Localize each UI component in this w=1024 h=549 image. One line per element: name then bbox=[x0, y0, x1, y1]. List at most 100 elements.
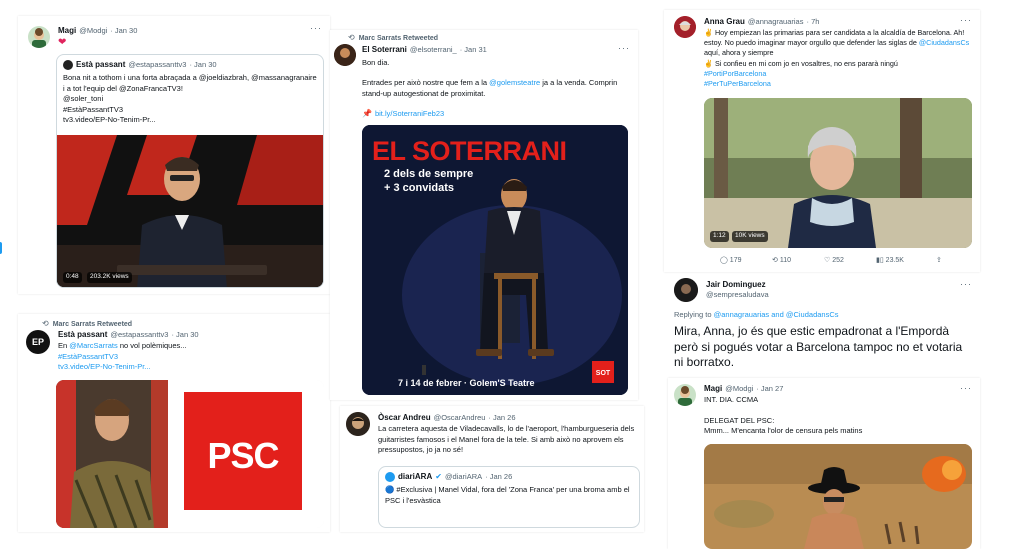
text-segment: no vol polèmiques... bbox=[117, 341, 187, 350]
text-segment: aquí, ahora y siempre bbox=[704, 48, 774, 58]
retweet-count: 110 bbox=[779, 257, 791, 264]
avatar bbox=[385, 472, 395, 483]
poster-subtitle-1: 2 dels de sempre bbox=[384, 168, 474, 180]
author-handle[interactable]: @Modgi bbox=[79, 26, 107, 36]
author-name[interactable]: Magi bbox=[704, 384, 722, 395]
author-handle[interactable]: @annagrauarias bbox=[748, 17, 804, 27]
tweet-card-magi-1[interactable]: Magi @Modgi · Jan 30 ❤ ··· Està passant … bbox=[18, 16, 330, 294]
tweet-image[interactable] bbox=[704, 444, 972, 549]
views-button[interactable]: ▮▯ 23.5K bbox=[876, 256, 936, 265]
avatar[interactable] bbox=[346, 412, 370, 436]
avatar[interactable] bbox=[674, 278, 698, 302]
author-name[interactable]: Està passant bbox=[58, 330, 107, 341]
retweeted-label: Marc Sarrats Retweeted bbox=[358, 34, 439, 42]
quoted-tweet-text: 🔵 #Exclusiva | Manel Vidal, fora del 'Zo… bbox=[385, 485, 630, 505]
author-handle: @diariARA bbox=[444, 472, 483, 482]
url-link[interactable]: tv3.video/EP-No-Tenim-Pr... bbox=[58, 362, 151, 371]
tweet-text-line1: Bon dia. bbox=[362, 58, 390, 67]
author-handle: @estapassanttv3 bbox=[128, 60, 187, 70]
reply-icon: ◯ bbox=[720, 257, 728, 264]
tweet-card-soterrani[interactable]: ⟲ Marc Sarrats Retweeted El Soterrani @e… bbox=[330, 30, 638, 400]
avatar[interactable] bbox=[674, 384, 696, 406]
author-name[interactable]: Anna Grau bbox=[704, 17, 745, 28]
video-duration: 1:12 bbox=[710, 231, 729, 242]
author-handle[interactable]: @OscarAndreu bbox=[434, 413, 486, 423]
avatar bbox=[63, 60, 73, 71]
quoted-tweet[interactable]: diariARA ✔ @diariARA · Jan 26 🔵 #Exclusi… bbox=[378, 466, 640, 528]
tweet-text: ✌ Hoy empiezan las primarias para ser ca… bbox=[704, 28, 974, 89]
tweet-date[interactable]: · Jan 30 bbox=[171, 330, 198, 340]
tweet-card-anna-grau[interactable]: Anna Grau @annagrauarias · 7h ··· ✌ Hoy … bbox=[664, 10, 980, 272]
views-count: 23.5K bbox=[885, 257, 904, 264]
tweet-date[interactable]: · Jan 27 bbox=[756, 384, 783, 394]
tweet-text: Mira, Anna, jo és que estic empadronat a… bbox=[674, 324, 963, 370]
tweet-date: · Jan 30 bbox=[189, 60, 217, 70]
like-count: 252 bbox=[832, 257, 844, 264]
video-player[interactable]: 0:48 203.2K views bbox=[57, 135, 323, 287]
poster-date-venue: 7 i 14 de febrer · Golem'S Teatre bbox=[398, 378, 535, 388]
retweet-icon: ⟲ bbox=[772, 257, 778, 264]
more-icon[interactable]: ··· bbox=[310, 22, 322, 34]
mention-link[interactable]: @golemsteatre bbox=[489, 78, 540, 87]
tweet-card-oscar-andreu[interactable]: Òscar Andreu @OscarAndreu · Jan 26 La ca… bbox=[340, 406, 644, 532]
like-button[interactable]: ♡ 252 bbox=[824, 256, 876, 265]
scroll-indicator-dot bbox=[0, 242, 2, 254]
tweet-date[interactable]: · Jan 31 bbox=[460, 45, 487, 55]
psc-logo: PSC bbox=[207, 435, 279, 476]
hashtag-link[interactable]: #PerTuPerBarcelona bbox=[704, 79, 771, 88]
tweet-date[interactable]: · 7h bbox=[806, 17, 819, 27]
more-icon[interactable]: ··· bbox=[960, 14, 972, 26]
tweet-date[interactable]: · Jan 30 bbox=[110, 26, 137, 36]
more-icon[interactable]: ··· bbox=[960, 278, 972, 290]
author-name: Està passant bbox=[76, 60, 126, 69]
poster-title: EL SOTERRANI bbox=[372, 136, 567, 166]
avatar[interactable] bbox=[674, 16, 696, 38]
video-views: 10K views bbox=[732, 231, 768, 242]
retweet-button[interactable]: ⟲ 110 bbox=[772, 256, 824, 265]
text-segment: En bbox=[58, 341, 70, 350]
author-handle[interactable]: @elsoterrani_ bbox=[410, 45, 457, 55]
retweeted-label: Marc Sarrats Retweeted bbox=[52, 320, 133, 328]
replying-to: Replying to @annagrauarias and @Ciudadan… bbox=[674, 310, 839, 320]
tweet-card-magi-2[interactable]: Magi @Modgi · Jan 27 ··· INT. DIA. CCMA … bbox=[668, 378, 980, 549]
tweet-date[interactable]: · Jan 26 bbox=[488, 413, 515, 423]
avatar[interactable] bbox=[28, 26, 50, 48]
share-icon: ⇪ bbox=[936, 257, 942, 264]
video-player[interactable]: PSC bbox=[56, 380, 324, 528]
hashtag-link[interactable]: #EstàPassantTV3 bbox=[58, 352, 118, 361]
quoted-tweet[interactable]: Està passant @estapassanttv3 · Jan 30 Bo… bbox=[56, 54, 324, 288]
tweet-card-estapassant[interactable]: ⟲ Marc Sarrats Retweeted EP Està passant… bbox=[18, 314, 330, 532]
avatar[interactable]: EP bbox=[26, 330, 50, 354]
more-icon[interactable]: ··· bbox=[960, 382, 972, 394]
author-name: diariARA bbox=[398, 472, 433, 481]
author-handle[interactable]: @sempresaludava bbox=[706, 290, 769, 300]
tweet-card-jair-dominguez[interactable]: Jair Dominguez @sempresaludava ··· Reply… bbox=[664, 274, 980, 376]
poster-image[interactable]: EL SOTERRANI 2 dels de sempre + 3 convid… bbox=[362, 125, 628, 395]
mention-link[interactable]: @annagrauarias and @CiudadansCs bbox=[714, 310, 839, 319]
poster-subtitle-2: + 3 convidats bbox=[384, 182, 455, 194]
share-button[interactable]: ⇪ bbox=[936, 256, 942, 265]
author-handle[interactable]: @estapassanttv3 bbox=[110, 330, 168, 340]
heart-text: ❤ bbox=[58, 37, 67, 48]
video-player[interactable]: 1:12 10K views bbox=[704, 98, 972, 248]
author-name[interactable]: El Soterrani bbox=[362, 45, 407, 56]
mention-link[interactable]: @CiudadansCs bbox=[919, 38, 969, 47]
tweet-text-line1: INT. DIA. CCMA bbox=[704, 395, 759, 404]
sot-logo: SOT bbox=[595, 370, 611, 377]
hashtag-link[interactable]: #PortiPorBarcelona bbox=[704, 69, 766, 78]
heart-icon: ♡ bbox=[824, 257, 831, 264]
avatar[interactable] bbox=[334, 44, 356, 66]
tweet-text-line2: Entrades per això nostre que fem a la @g… bbox=[362, 78, 628, 99]
pin-icon: 📌 bbox=[362, 109, 372, 118]
mention-link[interactable]: @MarcSarrats bbox=[69, 341, 117, 350]
verified-icon: ✔ bbox=[435, 472, 442, 481]
tweet-text-line3: Mmm... M'encanta l'olor de censura pels … bbox=[704, 426, 863, 435]
replying-label: Replying to bbox=[674, 310, 714, 319]
more-icon[interactable]: ··· bbox=[618, 42, 630, 54]
url-link[interactable]: bit.ly/SoterraniFeb23 bbox=[375, 109, 444, 119]
avatar-text: EP bbox=[31, 336, 44, 347]
reply-button[interactable]: ◯ 179 bbox=[720, 256, 772, 265]
author-name[interactable]: Òscar Andreu bbox=[378, 413, 431, 424]
retweet-icon: ⟲ bbox=[348, 33, 355, 42]
author-handle[interactable]: @Modgi bbox=[725, 384, 753, 394]
